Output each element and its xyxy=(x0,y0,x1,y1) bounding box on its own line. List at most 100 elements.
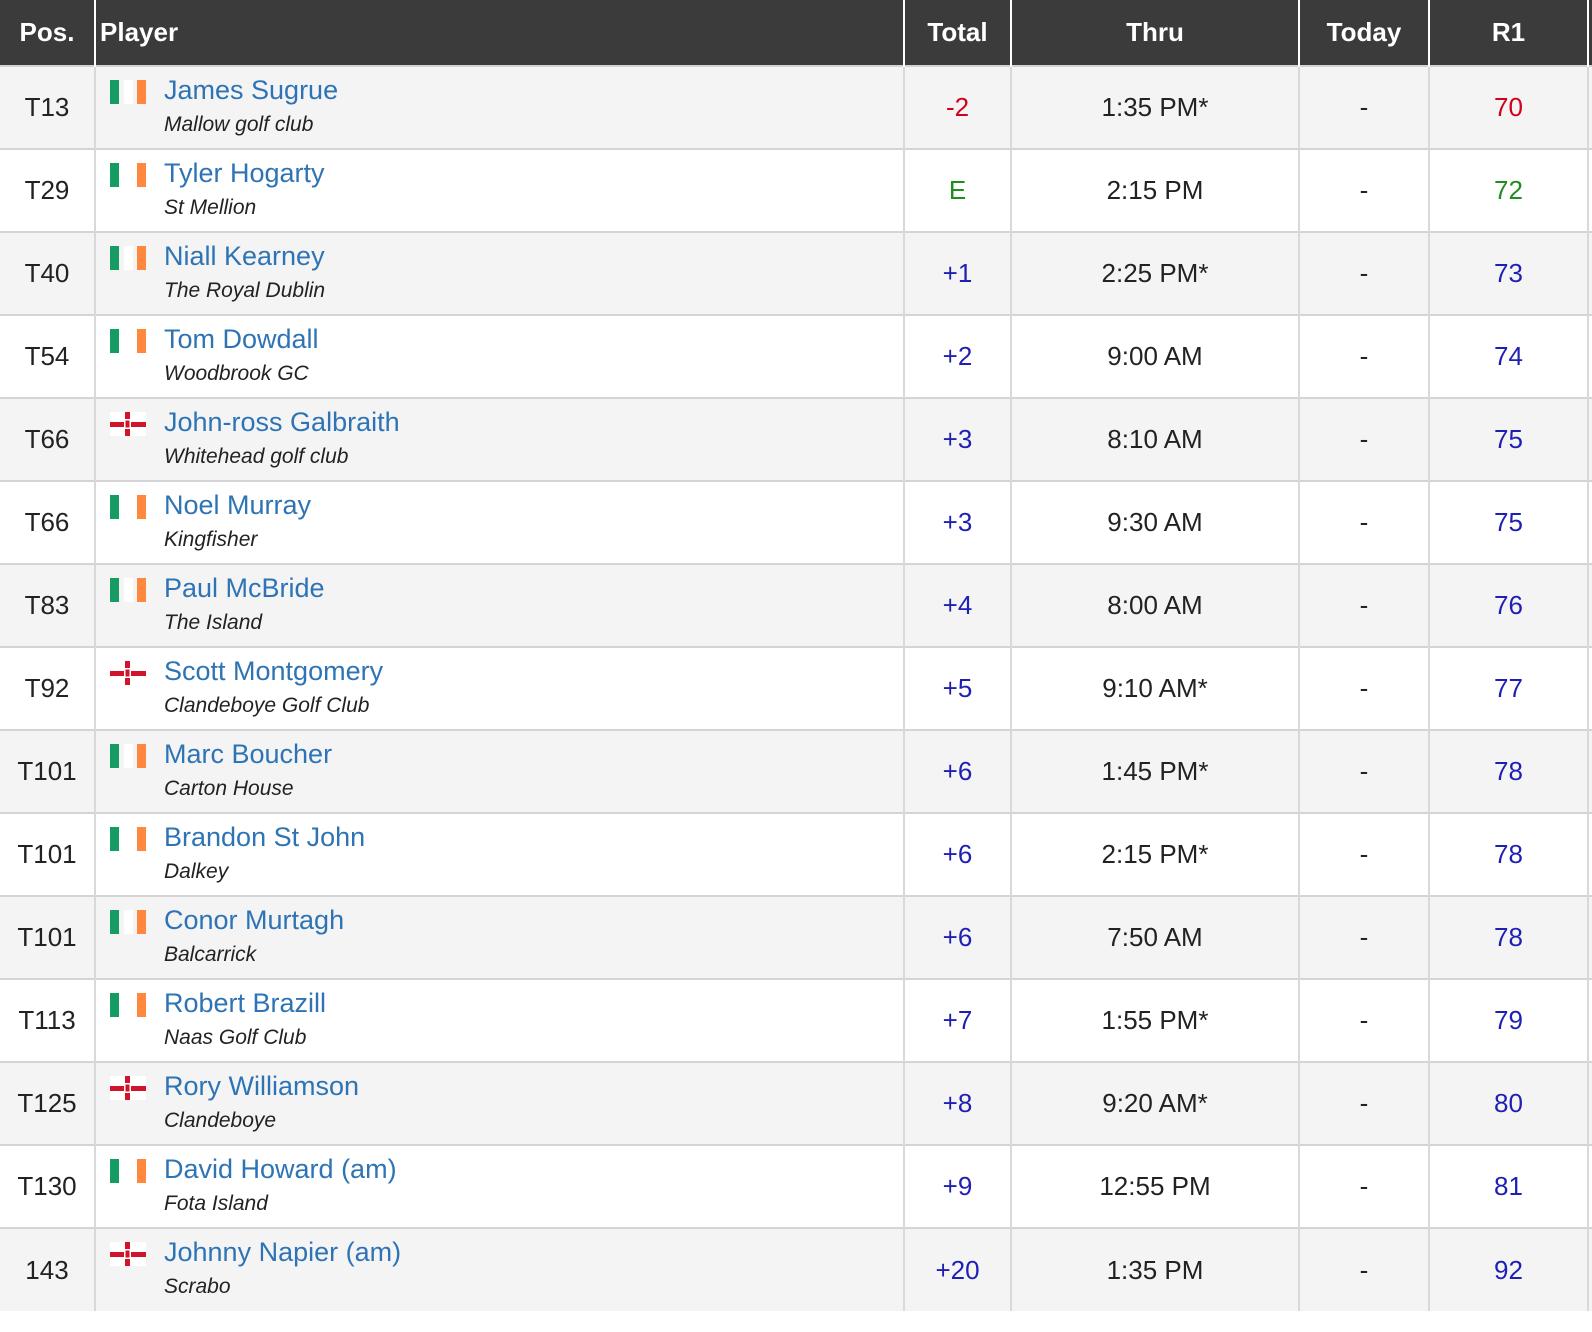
table-row[interactable]: T130 David Howard (am) Fota Island +9 12:55 … xyxy=(0,1144,1592,1228)
header-r1[interactable]: R1 xyxy=(1428,0,1588,66)
player-cell: Noel Murray Kingfisher xyxy=(94,480,904,564)
player-name-link[interactable]: Rory Williamson xyxy=(164,1071,359,1102)
today-score: - xyxy=(1298,1227,1429,1311)
total-score: +1 xyxy=(903,231,1011,315)
thru-time: 9:20 AM* xyxy=(1010,1061,1299,1145)
table-row[interactable]: T29 Tyler Hogarty St Mellion E 2:15 PM -72 xyxy=(0,148,1592,232)
position-cell: T130 xyxy=(0,1144,95,1228)
player-name-link[interactable]: David Howard (am) xyxy=(164,1154,397,1185)
player-club: Mallow golf club xyxy=(164,113,314,136)
row-edge xyxy=(1587,65,1592,149)
player-cell: James Sugrue Mallow golf club xyxy=(94,65,904,149)
ireland-flag-icon xyxy=(110,578,146,602)
table-row[interactable]: T66 Noel Murray Kingfisher +3 9:30 AM -75 xyxy=(0,480,1592,564)
row-edge xyxy=(1587,314,1592,398)
total-score: +2 xyxy=(903,314,1011,398)
northern-ireland-flag-icon xyxy=(110,412,146,436)
player-name-link[interactable]: Paul McBride xyxy=(164,573,325,604)
player-cell: David Howard (am) Fota Island xyxy=(94,1144,904,1228)
header-pos[interactable]: Pos. xyxy=(0,0,95,66)
player-name-link[interactable]: Scott Montgomery xyxy=(164,656,383,687)
table-row[interactable]: T40 Niall Kearney The Royal Dublin +1 2:25 P… xyxy=(0,231,1592,315)
player-name-link[interactable]: Tom Dowdall xyxy=(164,324,319,355)
player-name-link[interactable]: Marc Boucher xyxy=(164,739,332,770)
player-name-link[interactable]: Brandon St John xyxy=(164,822,365,853)
player-cell: Johnny Napier (am) Scrabo xyxy=(94,1227,904,1311)
today-score: - xyxy=(1298,978,1429,1062)
header-total[interactable]: Total xyxy=(903,0,1011,66)
thru-time: 1:35 PM xyxy=(1010,1227,1299,1311)
round1-score: 73 xyxy=(1428,231,1588,315)
round1-score: 78 xyxy=(1428,729,1588,813)
table-row[interactable]: T83 Paul McBride The Island +4 8:00 AM -76 xyxy=(0,563,1592,647)
player-cell: Brandon St John Dalkey xyxy=(94,812,904,896)
position-cell: T66 xyxy=(0,480,95,564)
today-score: - xyxy=(1298,1061,1429,1145)
today-score: - xyxy=(1298,231,1429,315)
table-row[interactable]: T92 Scott Montgomery Clandeboye Golf Club +… xyxy=(0,646,1592,730)
header-player[interactable]: Player xyxy=(94,0,904,66)
table-row[interactable]: T101 Brandon St John Dalkey +6 2:15 PM* -78 xyxy=(0,812,1592,896)
leaderboard-header: Pos. Player Total Thru Today R1 xyxy=(0,0,1592,66)
today-score: - xyxy=(1298,646,1429,730)
table-row[interactable]: T125 Rory Williamson Clandeboye +8 9:20 AM* -… xyxy=(0,1061,1592,1145)
player-name-link[interactable]: Robert Brazill xyxy=(164,988,326,1019)
thru-time: 9:30 AM xyxy=(1010,480,1299,564)
thru-time: 1:55 PM* xyxy=(1010,978,1299,1062)
player-club: Dalkey xyxy=(164,860,229,883)
position-cell: T29 xyxy=(0,148,95,232)
total-score: +9 xyxy=(903,1144,1011,1228)
thru-time: 2:25 PM* xyxy=(1010,231,1299,315)
today-score: - xyxy=(1298,812,1429,896)
table-row[interactable]: T101 Conor Murtagh Balcarrick +6 7:50 AM -78 xyxy=(0,895,1592,979)
player-club: Woodbrook GC xyxy=(164,362,309,385)
row-edge xyxy=(1587,231,1592,315)
player-name-link[interactable]: John-ross Galbraith xyxy=(164,407,400,438)
northern-ireland-flag-icon xyxy=(110,1242,146,1266)
player-cell: Paul McBride The Island xyxy=(94,563,904,647)
position-cell: T13 xyxy=(0,65,95,149)
player-name-link[interactable]: Niall Kearney xyxy=(164,241,325,272)
player-club: Balcarrick xyxy=(164,943,257,966)
header-today[interactable]: Today xyxy=(1298,0,1429,66)
position-cell: T54 xyxy=(0,314,95,398)
player-club: St Mellion xyxy=(164,196,257,219)
row-edge xyxy=(1587,1061,1592,1145)
player-cell: Conor Murtagh Balcarrick xyxy=(94,895,904,979)
position-cell: T113 xyxy=(0,978,95,1062)
today-score: - xyxy=(1298,480,1429,564)
total-score: +3 xyxy=(903,397,1011,481)
player-name-link[interactable]: Johnny Napier (am) xyxy=(164,1237,401,1268)
player-club: Clandeboye Golf Club xyxy=(164,694,370,717)
ireland-flag-icon xyxy=(110,910,146,934)
table-row[interactable]: 143 Johnny Napier (am) Scrabo +20 1:35 PM -92 xyxy=(0,1227,1592,1311)
player-name-link[interactable]: Noel Murray xyxy=(164,490,311,521)
header-thru[interactable]: Thru xyxy=(1010,0,1299,66)
round1-score: 78 xyxy=(1428,812,1588,896)
ireland-flag-icon xyxy=(110,329,146,353)
round1-score: 72 xyxy=(1428,148,1588,232)
table-row[interactable]: T66 John-ross Galbraith Whitehead golf clu… xyxy=(0,397,1592,481)
player-name-link[interactable]: Conor Murtagh xyxy=(164,905,344,936)
round1-score: 81 xyxy=(1428,1144,1588,1228)
table-row[interactable]: T54 Tom Dowdall Woodbrook GC +2 9:00 AM -74 xyxy=(0,314,1592,398)
player-name-link[interactable]: James Sugrue xyxy=(164,75,338,106)
ireland-flag-icon xyxy=(110,495,146,519)
thru-time: 1:45 PM* xyxy=(1010,729,1299,813)
row-edge xyxy=(1587,480,1592,564)
player-name-link[interactable]: Tyler Hogarty xyxy=(164,158,325,189)
row-edge xyxy=(1587,978,1592,1062)
player-club: Scrabo xyxy=(164,1275,231,1298)
table-row[interactable]: T101 Marc Boucher Carton House +6 1:45 PM* -7… xyxy=(0,729,1592,813)
ireland-flag-icon xyxy=(110,1159,146,1183)
leaderboard-body: T13 James Sugrue Mallow golf club -2 1:35 PM… xyxy=(0,65,1592,1311)
table-row[interactable]: T113 Robert Brazill Naas Golf Club +7 1:55 P… xyxy=(0,978,1592,1062)
total-score: E xyxy=(903,148,1011,232)
position-cell: T101 xyxy=(0,729,95,813)
header-row: Pos. Player Total Thru Today R1 xyxy=(0,0,1592,66)
thru-time: 2:15 PM* xyxy=(1010,812,1299,896)
total-score: -2 xyxy=(903,65,1011,149)
position-cell: T101 xyxy=(0,895,95,979)
today-score: - xyxy=(1298,314,1429,398)
table-row[interactable]: T13 James Sugrue Mallow golf club -2 1:35 PM… xyxy=(0,65,1592,149)
